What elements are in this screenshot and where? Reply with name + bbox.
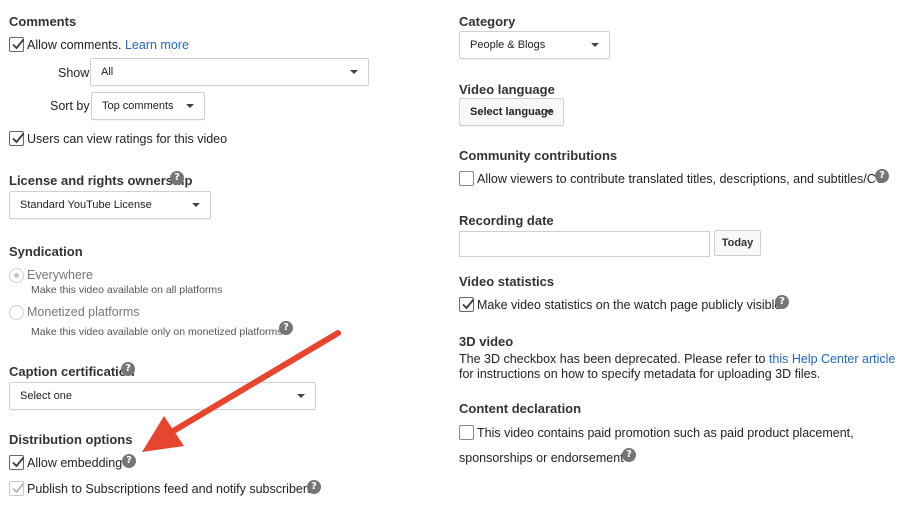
allow-embedding-label: Allow embedding (27, 456, 123, 470)
language-select[interactable]: Select language (459, 98, 564, 126)
caret-down-icon (591, 43, 599, 47)
caret-down-icon (350, 70, 358, 74)
caret-down-icon (545, 110, 553, 114)
community-heading: Community contributions (459, 148, 618, 163)
video3d-text-before: The 3D checkbox has been deprecated. Ple… (459, 352, 769, 366)
caption-value: Select one (20, 390, 72, 402)
help-circle-icon[interactable]: ? (622, 448, 636, 462)
ratings-checkbox[interactable] (9, 131, 25, 146)
community-checkbox[interactable] (459, 171, 474, 186)
everywhere-radio[interactable] (9, 268, 24, 283)
caption-heading: Caption certification (9, 364, 135, 379)
check-icon (12, 132, 25, 144)
everywhere-description: Make this video available on all platfor… (31, 284, 223, 296)
recording-heading: Recording date (459, 213, 554, 228)
ratings-label: Users can view ratings for this video (27, 132, 228, 146)
category-value: People & Blogs (470, 39, 546, 51)
allow-embedding-checkbox[interactable] (9, 455, 25, 470)
comments-heading: Comments (9, 14, 77, 29)
check-icon (462, 298, 475, 310)
category-select[interactable]: People & Blogs (459, 31, 610, 59)
caption-select[interactable]: Select one (9, 382, 316, 410)
distribution-heading: Distribution options (9, 432, 133, 447)
check-icon (12, 456, 25, 468)
license-select[interactable]: Standard YouTube License (9, 191, 211, 219)
content-heading: Content declaration (459, 401, 582, 416)
category-heading: Category (459, 14, 516, 29)
monetized-label: Monetized platforms (27, 305, 140, 319)
check-icon (12, 482, 25, 494)
recording-date-input[interactable] (459, 231, 710, 257)
stats-checkbox[interactable] (459, 297, 475, 312)
sortby-select[interactable]: Top comments (91, 92, 205, 120)
publish-subscriptions-checkbox[interactable] (9, 481, 25, 496)
help-circle-icon[interactable]: ? (121, 362, 135, 376)
syndication-heading: Syndication (9, 244, 83, 259)
allow-comments-row: Allow comments. Learn more (27, 38, 189, 52)
help-circle-icon[interactable]: ? (875, 169, 889, 183)
caret-down-icon (297, 394, 305, 398)
help-circle-icon[interactable]: ? (122, 454, 136, 468)
caret-down-icon (192, 203, 200, 207)
content-declaration-checkbox[interactable] (459, 425, 474, 440)
content-declaration-line2: sponsorships or endorsement (459, 451, 624, 465)
sortby-value: Top comments (102, 100, 174, 112)
license-heading: License and rights ownership (9, 173, 193, 188)
language-value: Select language (470, 106, 554, 118)
check-icon (12, 38, 25, 50)
monetized-radio[interactable] (9, 305, 24, 320)
video3d-heading: 3D video (459, 334, 514, 349)
community-label: Allow viewers to contribute translated t… (477, 172, 885, 186)
show-comments-select[interactable]: All (90, 58, 369, 86)
allow-comments-checkbox[interactable] (9, 37, 25, 52)
content-declaration-line1: This video contains paid promotion such … (477, 426, 854, 440)
sortby-label: Sort by (50, 99, 90, 113)
license-value: Standard YouTube License (20, 199, 152, 211)
show-comments-value: All (101, 66, 114, 78)
learn-more-link[interactable]: Learn more (125, 38, 189, 52)
stats-heading: Video statistics (459, 274, 555, 289)
help-center-link[interactable]: this Help Center article (769, 352, 895, 366)
help-circle-icon[interactable]: ? (307, 480, 321, 494)
show-label: Show (58, 66, 90, 80)
everywhere-label: Everywhere (27, 268, 93, 282)
video3d-text-line2: for instructions on how to specify metad… (459, 367, 821, 381)
allow-comments-label: Allow comments. (27, 38, 122, 52)
today-button[interactable]: Today (714, 230, 761, 256)
video3d-text-line1: The 3D checkbox has been deprecated. Ple… (459, 352, 895, 366)
publish-subscriptions-label: Publish to Subscriptions feed and notify… (27, 482, 314, 496)
caret-down-icon (186, 104, 194, 108)
help-circle-icon[interactable]: ? (170, 171, 184, 185)
monetized-description: Make this video available only on moneti… (31, 326, 283, 338)
stats-label: Make video statistics on the watch page … (477, 298, 782, 312)
language-heading: Video language (459, 82, 555, 97)
help-circle-icon[interactable]: ? (279, 321, 293, 335)
help-circle-icon[interactable]: ? (775, 295, 789, 309)
